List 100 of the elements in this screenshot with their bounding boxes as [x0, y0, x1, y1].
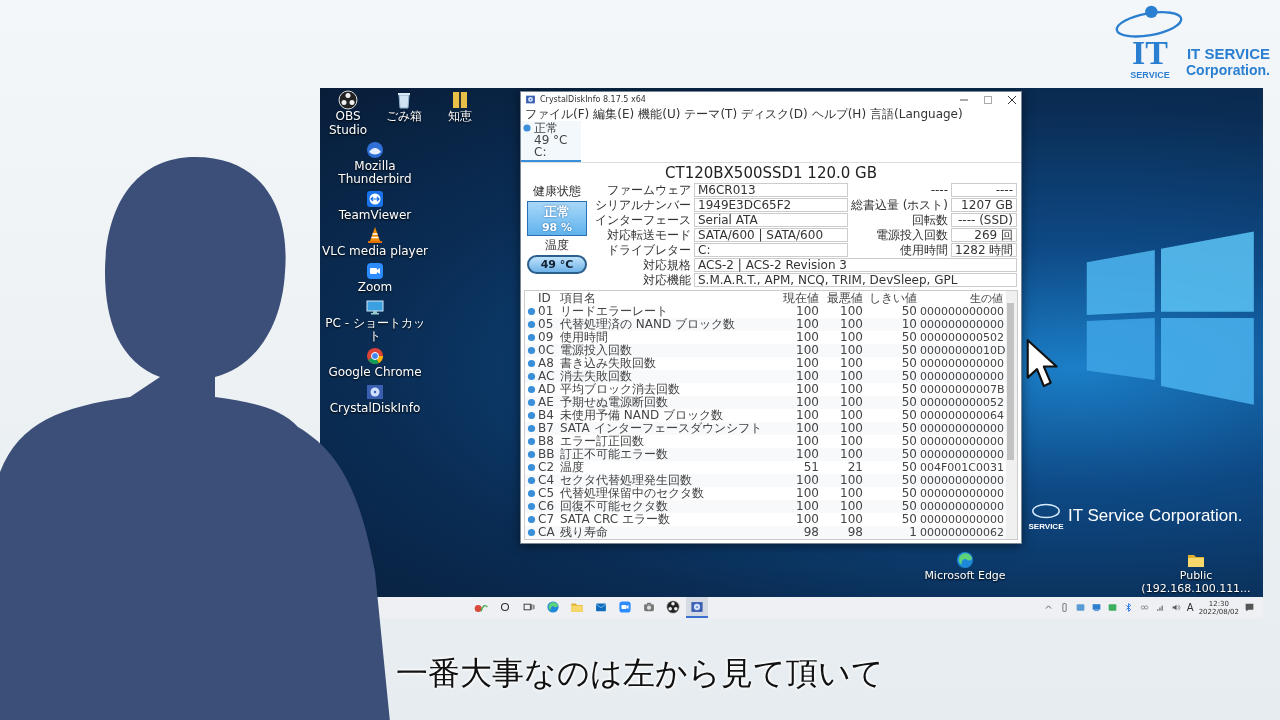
desktop-icon-label[interactable]: OBS Studio — [320, 110, 376, 138]
browser-icon[interactable] — [955, 550, 975, 570]
table-cell-text: 50 — [900, 331, 918, 344]
close-icon[interactable] — [1007, 94, 1017, 105]
menu-item[interactable]: 機能(U) — [638, 107, 681, 121]
status-dot-icon — [527, 476, 536, 485]
field-label: 総書込量 (ホスト) — [850, 198, 948, 212]
app-icon[interactable] — [1074, 602, 1086, 613]
table-cell-text: 004F001C0031 — [920, 461, 1005, 474]
table-cell-text: AD — [538, 383, 557, 396]
table-cell-text: 000000000000 — [920, 448, 1005, 461]
status-dot-icon — [527, 385, 536, 394]
table-cell-text: 000000000000 — [920, 487, 1005, 500]
column-header[interactable]: 現在値 — [778, 291, 822, 305]
table-cell-text: 100 — [839, 513, 864, 526]
table-cell-text: 100 — [795, 513, 820, 526]
menu-item[interactable]: ディスク(D) — [741, 107, 808, 121]
desktop-icon-label[interactable]: PC - ショートカット — [320, 316, 430, 345]
menu-item[interactable]: ヘルプ(H) — [811, 107, 867, 121]
table-cell-text: 代替処理保留中のセクタ数 — [560, 487, 705, 500]
menu-item[interactable]: ファイル(F) — [525, 107, 590, 121]
table-cell-text: 1 — [908, 526, 918, 539]
scrollbar[interactable] — [1006, 291, 1017, 539]
table-cell-text: 100 — [795, 422, 820, 435]
menu-item[interactable]: テーマ(T) — [684, 107, 738, 121]
desktop-icon-label[interactable]: Zoom — [357, 280, 393, 295]
status-dot-icon — [527, 424, 536, 433]
field-label: ---- — [929, 183, 948, 197]
table-cell-text: 100 — [795, 357, 820, 370]
field-label: シリアルナンバー — [595, 198, 691, 212]
video-camera-icon[interactable] — [365, 260, 385, 281]
company-suffix: Corporation. — [1186, 62, 1270, 78]
column-header[interactable]: ID — [538, 291, 560, 305]
mail-app-icon[interactable] — [365, 139, 385, 160]
table-cell-text: 電源投入回数 — [560, 344, 633, 357]
status-dot-icon — [527, 528, 536, 537]
field-label: インターフェース — [595, 213, 691, 227]
table-cell-text: 100 — [839, 344, 864, 357]
desktop-icon-label[interactable]: Microsoft Edge — [924, 570, 1006, 583]
field-value: ---- — [951, 183, 1017, 197]
desktop-icon-label[interactable]: Google Chrome — [328, 366, 422, 380]
column-header[interactable]: しきい値 — [866, 291, 920, 305]
tab-drive: C: — [534, 146, 548, 158]
table-cell-text: 000000000000 — [920, 318, 1005, 331]
status-dot-icon — [523, 124, 531, 132]
table-cell-text: エラー訂正回数 — [560, 435, 645, 448]
temperature-badge: 49 °C — [527, 255, 587, 274]
desktop-icon-label[interactable]: VLC media player — [322, 245, 428, 259]
column-header[interactable]: 生の値 — [920, 291, 1006, 305]
table-cell-text: 000000000000 — [920, 500, 1005, 513]
table-cell-text: 残り寿命 — [560, 526, 609, 539]
zipped-folder-icon[interactable] — [450, 90, 470, 110]
menu-item[interactable]: 言語(Language) — [870, 107, 963, 121]
speaker-icon[interactable] — [1170, 602, 1182, 613]
desktop-icon-label[interactable]: Mozilla Thunderbird — [320, 159, 430, 188]
disk-tab[interactable]: 正常 49 °C C: — [521, 121, 582, 162]
desktop-icon-label[interactable]: Public (192.168.100.111... — [1131, 570, 1261, 596]
circle-logo-icon[interactable] — [338, 90, 358, 110]
column-header[interactable]: 最悪値 — [822, 291, 866, 305]
column-header[interactable]: 項目名 — [560, 291, 778, 305]
table-cell-text: 100 — [795, 383, 820, 396]
table-cell-text: C2 — [538, 461, 555, 474]
table-cell-text: 98 — [802, 526, 820, 539]
app-icon[interactable] — [1106, 602, 1118, 613]
notification-icon[interactable] — [1244, 602, 1255, 613]
desktop-icon-label[interactable]: CrystalDiskInfo — [329, 401, 421, 416]
table-cell-text: 000000000062 — [920, 526, 1005, 539]
desktop-icon-label[interactable]: ごみ箱 — [386, 110, 422, 124]
table-cell-text: 21 — [846, 461, 864, 474]
table-cell-text: 000000000000 — [920, 435, 1005, 448]
field-value: Serial ATA — [694, 213, 848, 227]
field-label: ドライブレター — [606, 243, 691, 257]
arrows-app-icon[interactable] — [365, 189, 385, 210]
status-dot-icon — [527, 398, 536, 407]
menu-item[interactable]: 編集(E) — [593, 107, 635, 121]
table-cell-text: 100 — [795, 370, 820, 383]
status-dot-icon — [527, 463, 536, 472]
table-cell-text: 100 — [839, 318, 864, 331]
logo-letters: IT — [1132, 36, 1168, 70]
monitor-icon[interactable] — [1090, 602, 1102, 613]
table-cell-text: AE — [538, 396, 555, 409]
mouse-pointer-icon — [1026, 338, 1060, 390]
table-cell-text: 訂正不可能エラー数 — [560, 448, 669, 461]
orbit-emblem-icon — [1114, 4, 1184, 40]
traffic-cone-icon[interactable] — [365, 225, 385, 245]
temperature-label: 温度 — [545, 237, 569, 254]
table-cell-text: 100 — [795, 318, 820, 331]
table-cell-text: 50 — [900, 409, 918, 422]
field-label: 電源投入回数 — [875, 228, 948, 242]
status-dot-icon — [527, 333, 536, 342]
input-mode-indicator[interactable]: A — [1186, 602, 1194, 613]
desktop-icon-label[interactable]: 知恵 — [448, 110, 472, 124]
disk-app-icon — [690, 599, 704, 614]
table-cell-text: 100 — [795, 409, 820, 422]
browser-icon[interactable] — [365, 346, 385, 367]
desktop-icon-label[interactable]: TeamViewer — [338, 209, 412, 223]
table-cell-text: 000000000000 — [920, 513, 1005, 526]
table-cell-text: 50 — [900, 383, 918, 396]
table-cell-text: 温度 — [560, 461, 585, 474]
field-value: SATA/600 | SATA/600 — [694, 228, 848, 242]
